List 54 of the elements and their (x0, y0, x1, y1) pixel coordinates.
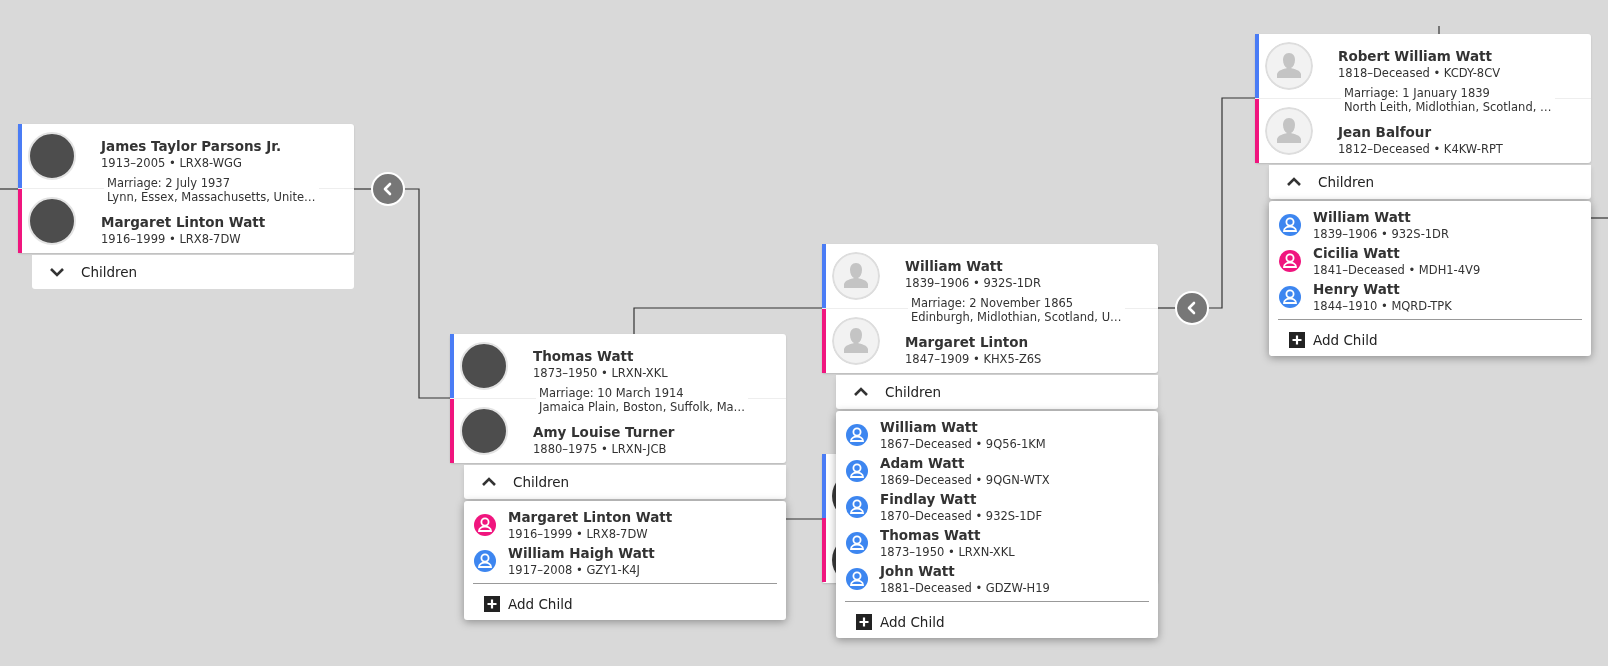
chevron-left-icon (382, 182, 394, 196)
child-item[interactable]: William Watt 1839–1906 • 932S-1DR (1278, 207, 1582, 243)
marriage-place: Lynn, Essex, Massachusetts, Unite… (107, 190, 316, 204)
child-item[interactable]: Adam Watt 1869–Deceased • 9QGN-WTX (845, 453, 1149, 489)
person-dates: 1913–2005 • LRX8-WGG (101, 155, 243, 171)
person-dates: 1812–Deceased • K4KW-RPT (1338, 141, 1503, 157)
person-dates: 1818–Deceased • KCDY-8CV (1338, 65, 1501, 81)
connector-line (0, 188, 19, 190)
add-child-button[interactable]: Add Child (1278, 332, 1378, 348)
children-toggle[interactable]: Children (464, 465, 786, 499)
child-item[interactable]: William Watt 1867–Deceased • 9Q56-1KM (845, 417, 1149, 453)
child-item[interactable]: Findlay Watt 1870–Deceased • 932S-1DF (845, 489, 1149, 525)
person-name[interactable]: James Taylor Parsons Jr. (101, 137, 282, 155)
child-item[interactable]: William Haigh Watt 1917–2008 • GZY1-K4J (473, 543, 777, 579)
person-dates: 1873–1950 • LRXN-XKL (533, 365, 668, 381)
marriage-place: Edinburgh, Midlothian, Scotland, U… (911, 310, 1122, 324)
add-child-button[interactable]: Add Child (845, 614, 945, 630)
person-name[interactable]: Margaret Linton Watt (101, 213, 266, 231)
back-button[interactable] (371, 172, 405, 206)
marriage-date: Marriage: 1 January 1839 (1344, 86, 1491, 100)
person-dates: 1916–1999 • LRX8-7DW (101, 231, 242, 247)
children-toggle[interactable]: Children (1269, 165, 1591, 199)
chevron-left-icon (1186, 301, 1198, 315)
marriage-place: Jamaica Plain, Boston, Suffolk, Ma… (539, 400, 746, 414)
person-name[interactable]: Jean Balfour (1338, 123, 1503, 141)
connector-line (1589, 217, 1608, 219)
marriage-place: North Leith, Midlothian, Scotland, … (1344, 100, 1552, 114)
child-item[interactable]: Henry Watt 1844–1910 • MQRD-TPK (1278, 279, 1582, 315)
person-dates: 1880–1975 • LRXN-JCB (533, 441, 668, 457)
children-toggle[interactable]: Children (836, 375, 1158, 409)
person-name[interactable]: Thomas Watt (533, 347, 668, 365)
connector-line (1438, 25, 1440, 35)
marriage-date: Marriage: 10 March 1914 (539, 386, 685, 400)
marriage-date: Marriage: 2 July 1937 (107, 176, 231, 190)
children-toggle[interactable]: Children (32, 255, 354, 289)
plus-icon (484, 596, 500, 612)
person-dates: 1847–1909 • KHX5-Z6S (905, 351, 1042, 367)
back-button[interactable] (1175, 291, 1209, 325)
plus-icon (856, 614, 872, 630)
child-item[interactable]: Margaret Linton Watt 1916–1999 • LRX8-7DW (473, 507, 777, 543)
child-item[interactable]: Thomas Watt 1873–1950 • LRXN-XKL (845, 525, 1149, 561)
add-child-button[interactable]: Add Child (473, 596, 573, 612)
connector-line (1157, 307, 1177, 309)
plus-icon (1289, 332, 1305, 348)
person-dates: 1839–1906 • 932S-1DR (905, 275, 1041, 291)
marriage-date: Marriage: 2 November 1865 (911, 296, 1075, 310)
person-name[interactable]: Amy Louise Turner (533, 423, 675, 441)
child-item[interactable]: John Watt 1881–Deceased • GDZW-H19 (845, 561, 1149, 597)
person-name[interactable]: Margaret Linton (905, 333, 1042, 351)
person-name[interactable]: William Watt (905, 257, 1041, 275)
person-name[interactable]: Robert William Watt (1338, 47, 1501, 65)
child-item[interactable]: Cicilia Watt 1841–Deceased • MDH1-4V9 (1278, 243, 1582, 279)
connector-line (353, 188, 373, 190)
connector-line (785, 518, 823, 520)
